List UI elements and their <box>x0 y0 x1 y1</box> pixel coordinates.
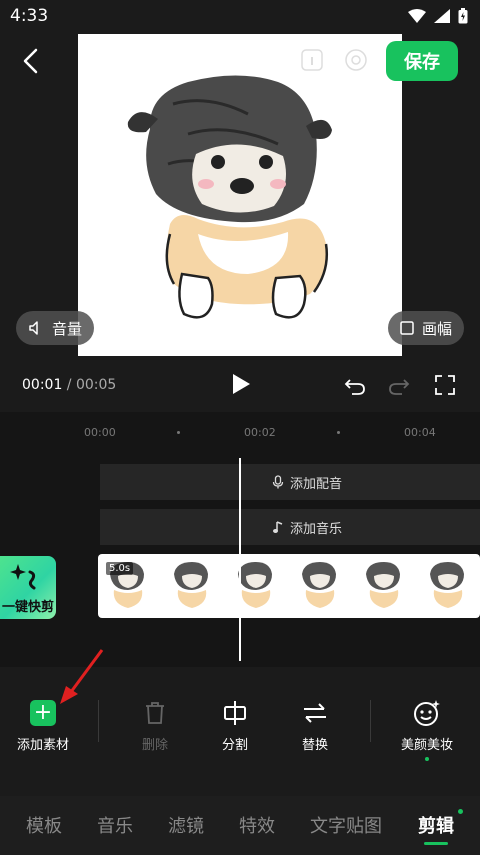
beauty-label: 美颜美妆 <box>400 738 453 753</box>
volume-label: 音量 <box>52 319 83 338</box>
plus-icon: + <box>30 700 56 726</box>
add-material-button[interactable]: + 添加素材 <box>8 698 78 753</box>
timeline-tick: 00:00 <box>84 426 116 439</box>
timeline-dot <box>177 431 180 434</box>
trash-icon <box>146 702 164 724</box>
delete-button[interactable]: 删除 <box>120 698 190 753</box>
thumbnail <box>430 562 464 608</box>
quick-cut-label: 一键快剪 <box>2 600 55 615</box>
dog-image <box>127 75 332 319</box>
clip-thumbnails <box>110 562 464 608</box>
split-label: 分割 <box>221 738 248 753</box>
replace-label: 替换 <box>301 738 328 753</box>
beauty-makeup-button[interactable]: 美颜美妆 <box>392 698 462 761</box>
thumbnail <box>174 562 208 608</box>
thumbnail <box>302 562 336 608</box>
quick-cut-button[interactable]: 一键快剪 <box>0 556 56 619</box>
redo-icon[interactable] <box>388 374 410 396</box>
current-time: 00:01 <box>22 377 63 393</box>
undo-icon[interactable] <box>344 374 366 396</box>
split-button[interactable]: 分割 <box>200 698 270 753</box>
fullscreen-icon[interactable] <box>434 374 456 396</box>
microphone-icon <box>272 475 284 489</box>
tab-template[interactable]: 模板 <box>26 812 62 838</box>
timeline-dot <box>337 431 340 434</box>
sparkle-icon <box>10 564 36 590</box>
canvas-ratio-button[interactable]: 画幅 <box>388 311 465 345</box>
add-voiceover-label: 添加配音 <box>290 476 343 492</box>
tab-effects[interactable]: 特效 <box>239 812 275 838</box>
clip-duration: 5.0s <box>106 562 134 575</box>
music-note-icon <box>273 521 283 533</box>
speaker-icon <box>29 321 38 335</box>
replace-button[interactable]: 替换 <box>280 698 350 753</box>
add-music-label: 添加音乐 <box>290 521 343 537</box>
thumbnail <box>238 562 272 608</box>
swap-icon <box>304 703 326 723</box>
tab-edit[interactable]: 剪辑 <box>418 812 454 838</box>
active-tab-underline <box>424 842 448 845</box>
play-icon[interactable] <box>230 372 252 396</box>
timeline-tick: 00:02 <box>244 426 276 439</box>
video-clip[interactable] <box>98 554 480 618</box>
video-preview[interactable] <box>78 34 402 356</box>
timeline-tick: 00:04 <box>404 426 436 439</box>
red-arrow-annotation <box>60 649 104 704</box>
toolbar-divider <box>98 700 99 742</box>
time-separator: / <box>62 377 76 393</box>
frame-icon <box>400 321 414 335</box>
back-icon[interactable] <box>18 46 44 76</box>
signal-icon <box>434 9 450 23</box>
thumbnail <box>366 562 400 608</box>
status-time: 4:33 <box>10 6 49 26</box>
playhead[interactable] <box>239 458 241 661</box>
playback-time: 00:01 / 00:05 <box>22 377 116 393</box>
face-sparkle-icon <box>414 700 440 726</box>
total-time: 00:05 <box>75 377 117 393</box>
wifi-icon <box>408 9 426 23</box>
battery-icon <box>458 8 468 24</box>
tab-music[interactable]: 音乐 <box>97 812 133 838</box>
settings-icon[interactable] <box>342 46 370 74</box>
voiceover-track[interactable]: 添加配音 <box>100 464 480 500</box>
delete-label: 删除 <box>141 738 168 753</box>
save-button[interactable]: 保存 <box>386 41 458 81</box>
status-icons <box>408 8 468 24</box>
add-material-label: 添加素材 <box>16 738 69 753</box>
tab-new-dot <box>458 809 463 814</box>
toolbar-divider <box>370 700 371 742</box>
split-icon <box>224 701 246 725</box>
tab-text-sticker[interactable]: 文字贴图 <box>310 812 382 838</box>
canvas-label: 画幅 <box>422 319 453 338</box>
music-track[interactable]: 添加音乐 <box>100 509 480 545</box>
info-icon[interactable] <box>300 48 324 72</box>
tab-filter[interactable]: 滤镜 <box>168 812 204 838</box>
new-indicator-dot <box>425 757 429 761</box>
volume-button[interactable]: 音量 <box>16 311 95 345</box>
